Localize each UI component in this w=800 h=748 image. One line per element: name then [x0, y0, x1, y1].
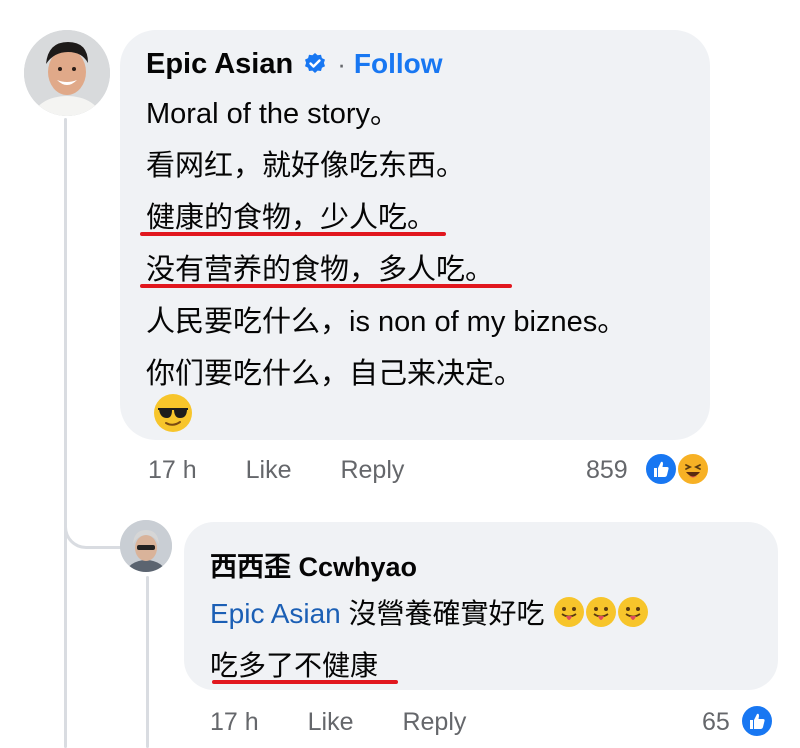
- follow-button[interactable]: Follow: [354, 48, 443, 80]
- avatar[interactable]: [24, 30, 110, 116]
- reply-thread-line: [146, 576, 149, 748]
- comment-author[interactable]: Epic Asian: [146, 48, 293, 81]
- reply-actions: 17 h Like Reply: [210, 708, 466, 737]
- red-underline: [212, 680, 398, 684]
- thumbs-up-icon[interactable]: [740, 704, 774, 738]
- reply-text-1: 沒營養確實好吃: [340, 598, 545, 629]
- reply-button[interactable]: Reply: [340, 456, 404, 484]
- comment-line-5: 人民要吃什么，is non of my biznes。: [146, 306, 627, 338]
- separator-dot: ·: [337, 48, 346, 79]
- thumbs-up-icon[interactable]: [644, 452, 678, 486]
- thread-line: [64, 118, 67, 748]
- reply-timestamp[interactable]: 17 h: [210, 708, 259, 736]
- reply-avatar[interactable]: [120, 520, 172, 572]
- comment-line-2: 看网红，就好像吃东西。: [146, 150, 466, 182]
- thread-connector: [64, 500, 123, 549]
- reply-reply-button[interactable]: Reply: [402, 708, 466, 736]
- comment-header: Epic Asian · Follow: [146, 44, 443, 84]
- tongue-out-emoji: [586, 597, 617, 627]
- reaction-count[interactable]: 859: [586, 456, 628, 485]
- like-button[interactable]: Like: [246, 456, 292, 484]
- reply-line-2: 吃多了不健康: [210, 650, 379, 681]
- red-underline: [140, 284, 512, 288]
- comment-line-6: 你们要吃什么，自己来决定。: [146, 358, 524, 390]
- reply-author[interactable]: 西西歪 Ccwhyao: [210, 545, 417, 584]
- red-underline: [140, 232, 446, 236]
- haha-face-icon[interactable]: [676, 452, 710, 486]
- reply-line-1: Epic Asian 沒營養確實好吃: [210, 592, 649, 632]
- sunglasses-emoji: [152, 392, 194, 434]
- mention-link[interactable]: Epic Asian: [210, 598, 341, 629]
- reply-like-button[interactable]: Like: [308, 708, 354, 736]
- comment-line-3: 健康的食物，少人吃。: [146, 202, 437, 234]
- comment-line-1: Moral of the story。: [146, 98, 400, 130]
- tongue-out-emoji: [554, 597, 585, 627]
- comment-actions: 17 h Like Reply: [148, 456, 404, 485]
- reply-reaction-count[interactable]: 65: [702, 708, 730, 737]
- comment-timestamp[interactable]: 17 h: [148, 456, 197, 484]
- verified-badge-icon: [303, 52, 327, 76]
- comment-line-4: 没有营养的食物，多人吃。: [146, 254, 495, 286]
- tongue-out-emoji: [618, 597, 649, 627]
